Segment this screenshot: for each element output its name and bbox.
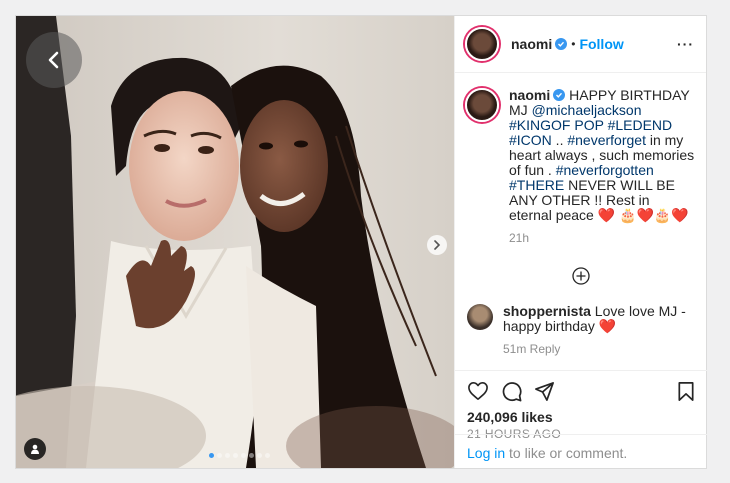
caption-text: naomi HAPPY BIRTHDAY MJ @michaeljackson …	[509, 88, 695, 246]
more-options-button[interactable]: ···	[677, 36, 694, 52]
comment-text: shoppernista Love love MJ - happy birthd…	[503, 304, 695, 357]
bookmark-icon	[678, 381, 694, 401]
post-card: naomi • Follow ··· naomi HAPPY BIRTHDAY …	[15, 15, 707, 469]
verified-badge-icon	[555, 38, 568, 50]
commenter-avatar[interactable]	[467, 304, 493, 330]
hashtag-link[interactable]: #neverforget	[567, 132, 646, 148]
author-username[interactable]: naomi	[511, 36, 552, 52]
post-photo[interactable]	[16, 16, 454, 468]
login-prompt-text: to like or comment.	[505, 445, 628, 461]
action-icons	[467, 379, 695, 403]
user-icon	[31, 444, 39, 454]
comment-meta[interactable]: 51m Reply	[503, 342, 695, 357]
caption-avatar[interactable]	[465, 88, 499, 122]
chevron-right-icon	[434, 240, 441, 250]
load-more-comments-button[interactable]	[455, 266, 707, 286]
hashtag-link[interactable]: POP	[574, 117, 603, 133]
post-header: naomi • Follow ···	[455, 16, 706, 73]
comment-icon	[502, 381, 522, 401]
likes-count[interactable]: 240,096 likes	[467, 409, 695, 425]
hashtag-link[interactable]: #LEDEND	[608, 117, 673, 133]
like-button[interactable]	[467, 381, 489, 401]
mention-link[interactable]: @michaeljackson	[532, 102, 642, 118]
carousel-dot	[225, 453, 230, 458]
comments-list[interactable]: naomi HAPPY BIRTHDAY MJ @michaeljackson …	[455, 73, 707, 370]
plus-circle-icon	[572, 267, 590, 285]
next-button[interactable]	[427, 235, 447, 255]
photo-scene	[16, 16, 454, 468]
carousel-dot	[233, 453, 238, 458]
commenter-username[interactable]: shoppernista	[503, 303, 591, 319]
caption-text-segment: ..	[551, 132, 568, 148]
carousel-dot	[241, 453, 246, 458]
heart-icon	[468, 382, 488, 400]
caption: naomi HAPPY BIRTHDAY MJ @michaeljackson …	[455, 73, 707, 246]
caption-emoji: ❤️ 🎂❤️🎂❤️	[597, 207, 689, 223]
login-prompt: Log in to like or comment.	[455, 434, 707, 468]
verified-badge-icon	[553, 89, 566, 101]
carousel-dot	[209, 453, 214, 458]
previous-button[interactable]	[26, 32, 82, 88]
author-avatar[interactable]	[465, 27, 499, 61]
follow-button[interactable]: Follow	[579, 36, 623, 52]
carousel-dot	[217, 453, 222, 458]
chevron-left-icon	[48, 51, 59, 69]
comment-button[interactable]	[501, 381, 522, 402]
hashtag-link[interactable]: #KINGOF	[509, 117, 570, 133]
save-button[interactable]	[677, 381, 695, 402]
post-actions: 240,096 likes 21 HOURS AGO	[455, 370, 707, 441]
carousel-dot	[257, 453, 262, 458]
caption-username[interactable]: naomi	[509, 87, 550, 103]
carousel-dot	[249, 453, 254, 458]
carousel-dot	[265, 453, 270, 458]
tagged-users-button[interactable]	[24, 438, 46, 460]
caption-time[interactable]: 21h	[509, 231, 695, 246]
caption-body: HAPPY BIRTHDAY MJ @michaeljackson #KINGO…	[509, 87, 694, 223]
hashtag-link[interactable]: #neverforgotten	[556, 162, 654, 178]
carousel-indicator	[209, 453, 270, 458]
hashtag-link[interactable]: #ICON	[509, 132, 552, 148]
send-icon	[535, 381, 554, 401]
login-link[interactable]: Log in	[467, 445, 505, 461]
comment-item: shoppernista Love love MJ - happy birthd…	[455, 286, 707, 357]
header-separator: •	[571, 37, 576, 51]
hashtag-link[interactable]: #THERE	[509, 177, 564, 193]
share-button[interactable]	[534, 381, 555, 402]
post-sidebar: naomi • Follow ··· naomi HAPPY BIRTHDAY …	[454, 16, 707, 468]
